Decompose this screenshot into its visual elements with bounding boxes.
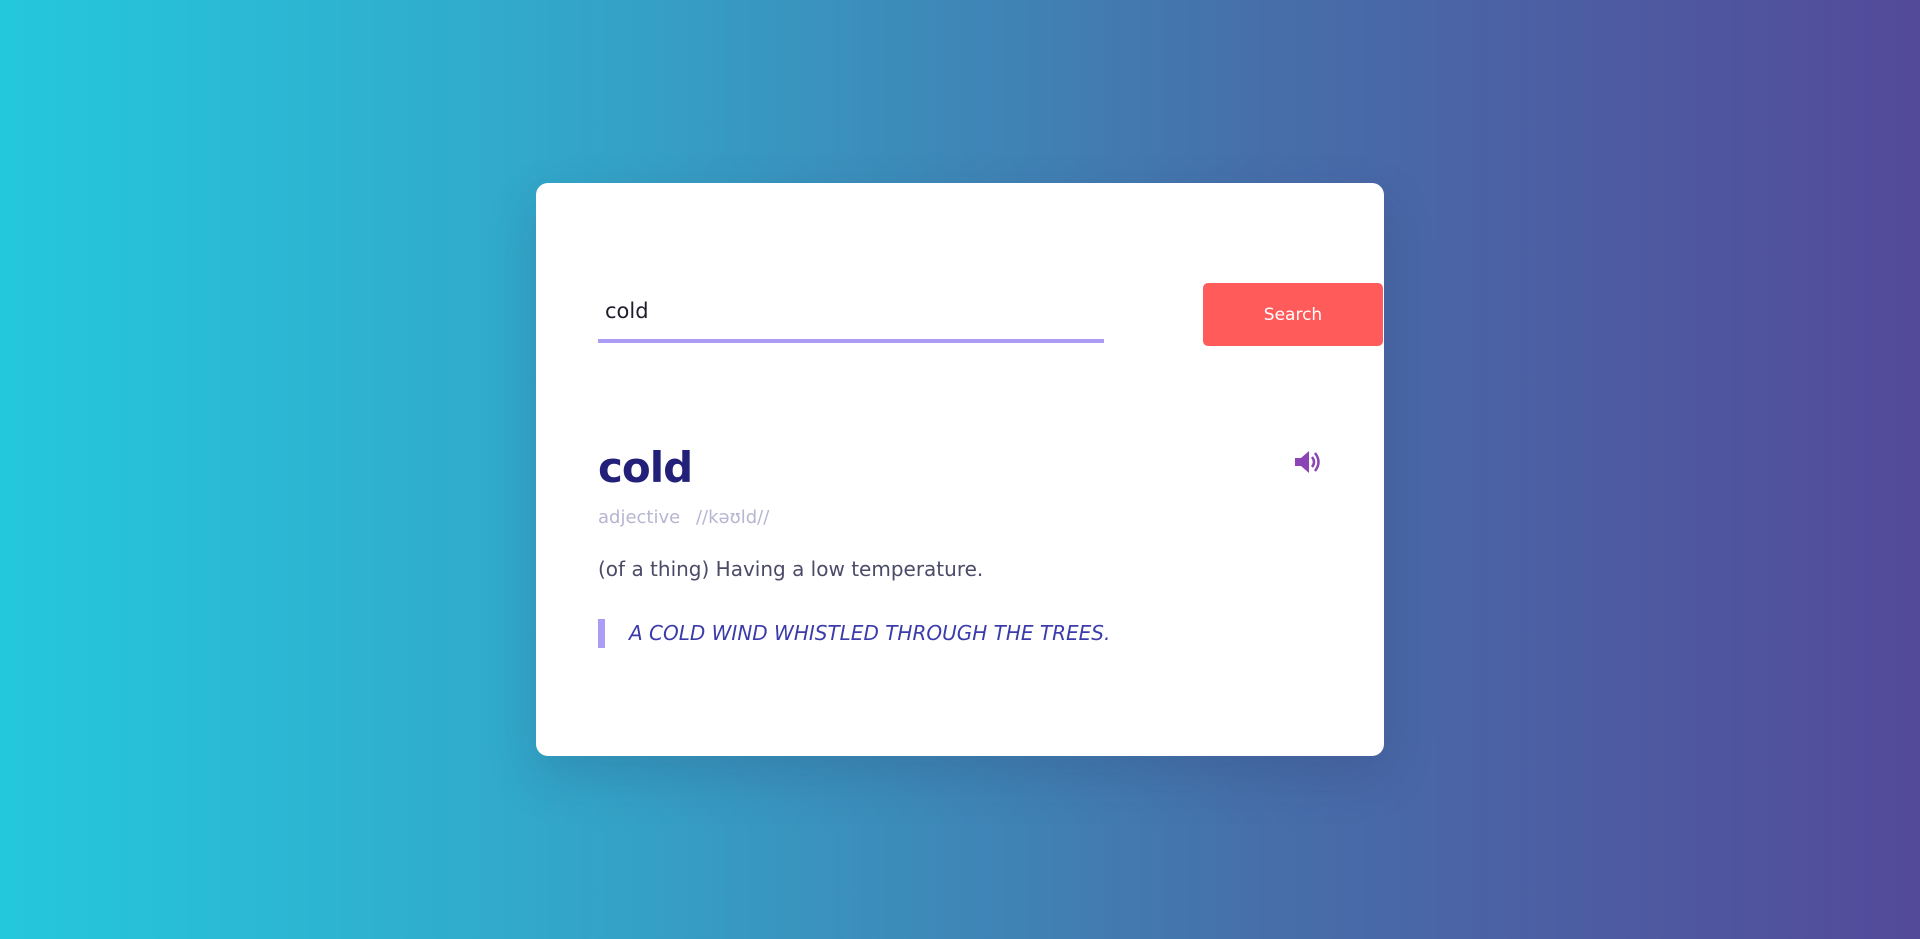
search-row: Search — [598, 283, 1383, 347]
dictionary-card: Search cold adjective //kəʊld// (of a th… — [536, 183, 1384, 756]
word-search-input[interactable] — [598, 283, 1104, 343]
speaker-volume-icon[interactable] — [1292, 447, 1322, 477]
result-section: cold adjective //kəʊld// (of a thing) Ha… — [598, 447, 1322, 648]
word-meta: adjective //kəʊld// — [598, 509, 1322, 527]
search-button[interactable]: Search — [1203, 283, 1383, 346]
part-of-speech: adjective — [598, 507, 681, 528]
example-quote: A COLD WIND WHISTLED THROUGH THE TREES. — [598, 619, 1322, 648]
result-word: cold — [598, 443, 693, 492]
definition: (of a thing) Having a low temperature. — [598, 557, 984, 581]
phonetic: //kəʊld// — [695, 507, 770, 528]
